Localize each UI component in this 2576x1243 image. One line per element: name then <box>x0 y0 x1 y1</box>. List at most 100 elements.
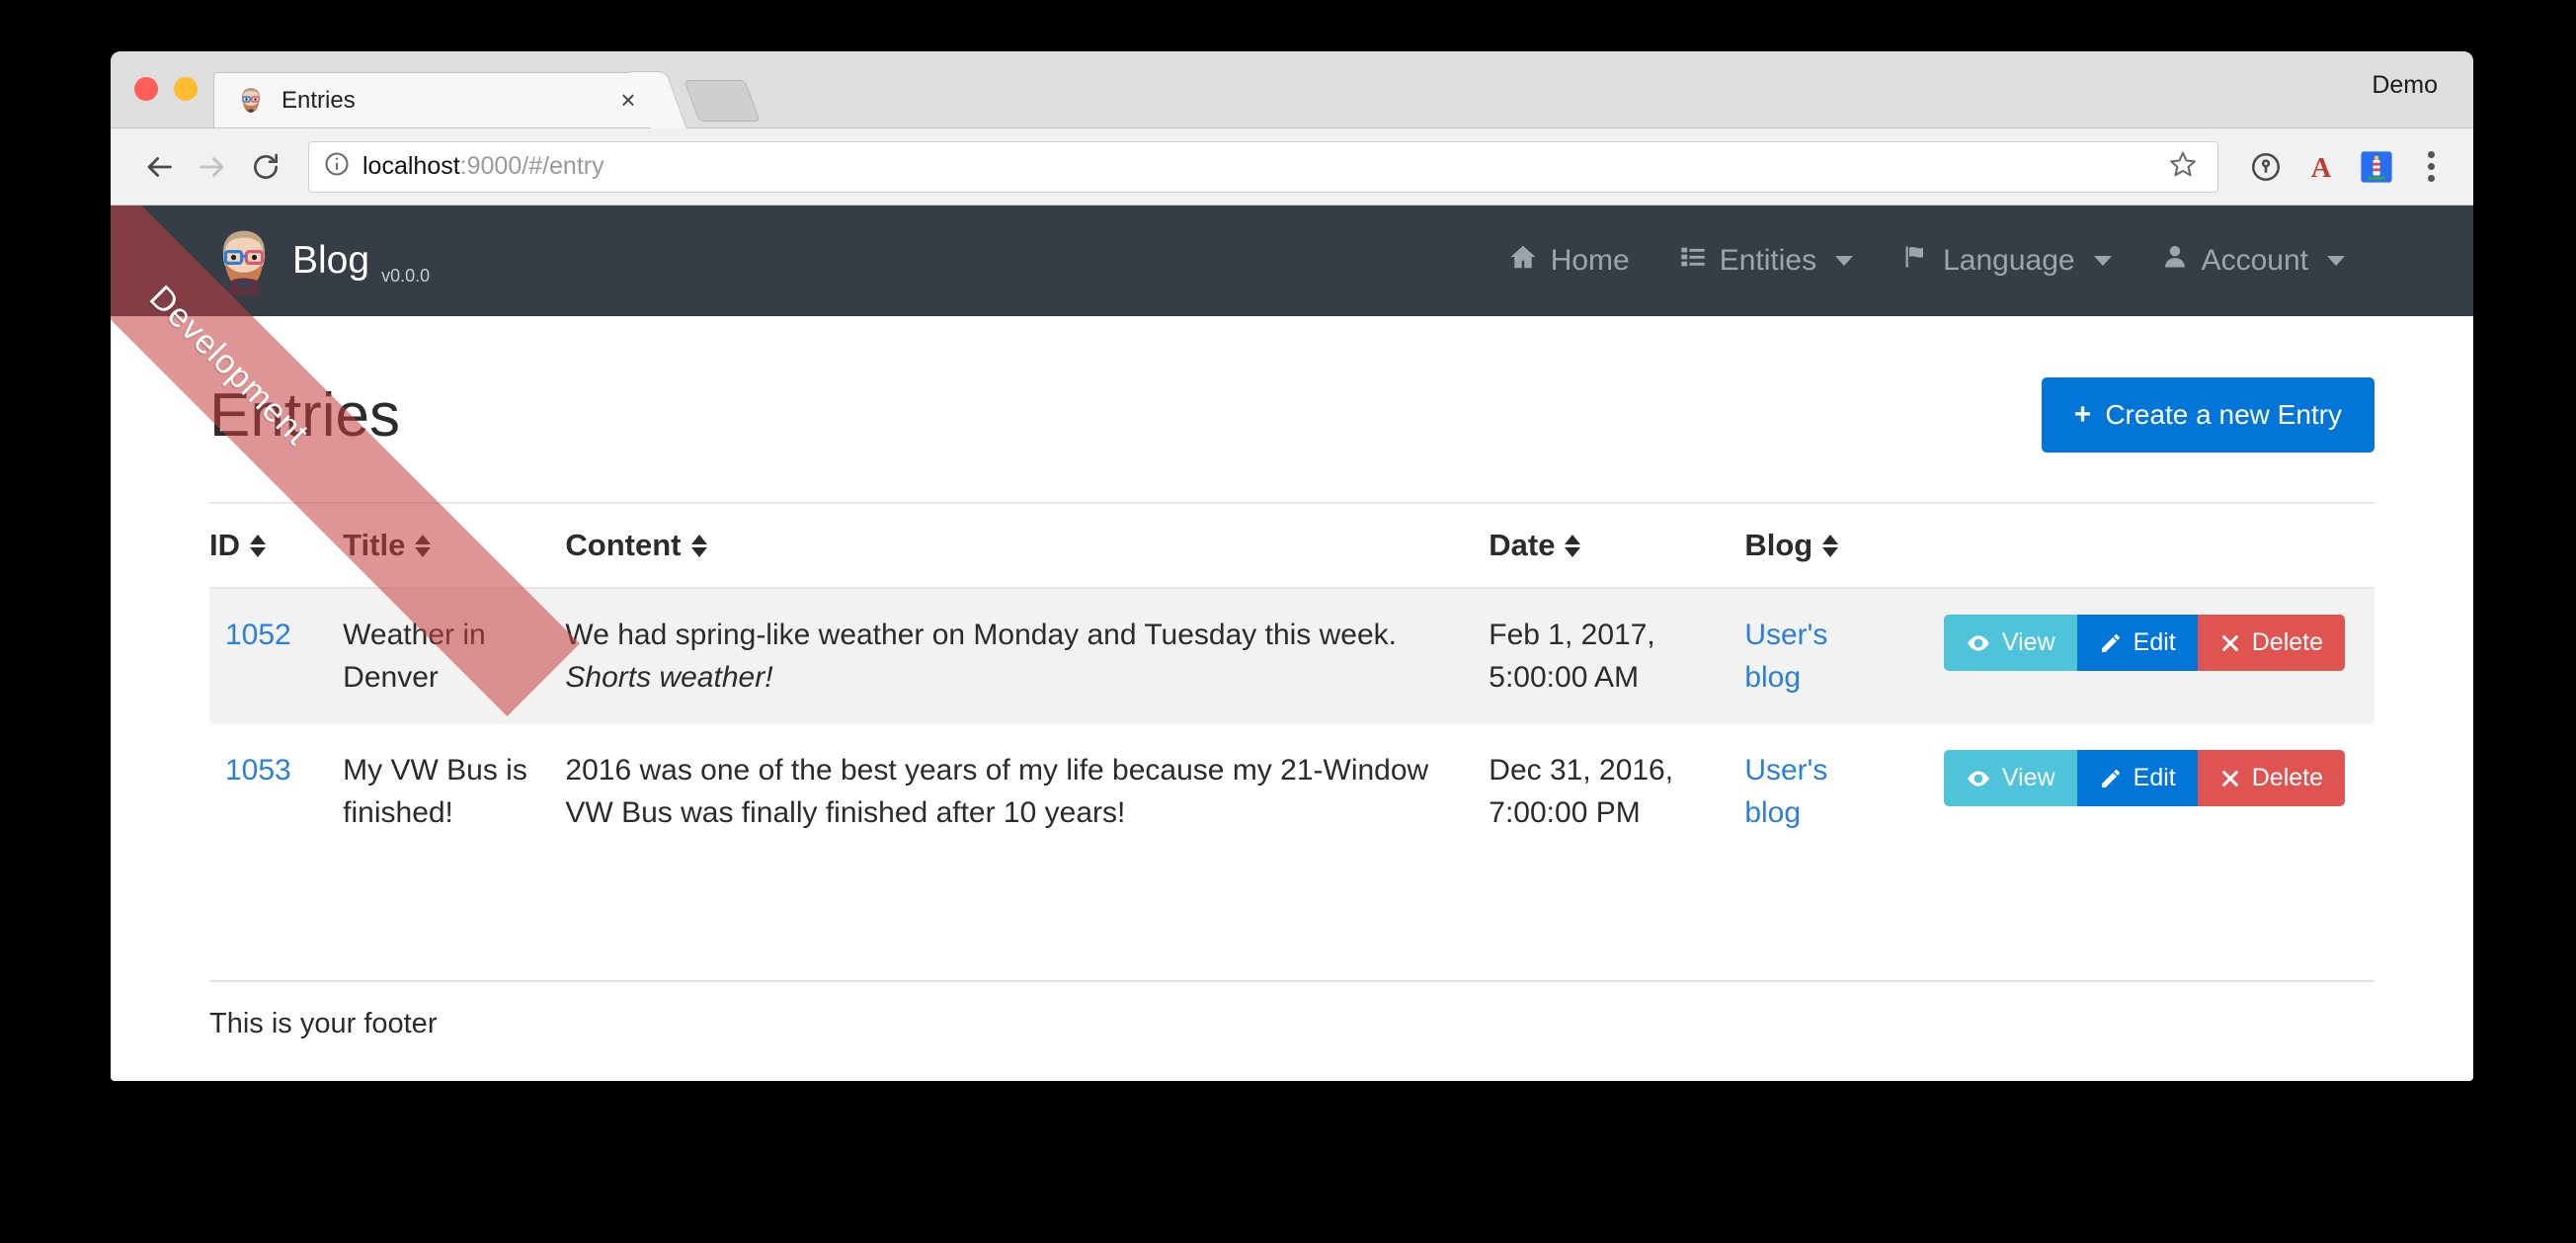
chevron-down-icon <box>1835 256 1854 266</box>
column-header-date[interactable]: Date <box>1489 502 1745 589</box>
column-header-label: Title <box>343 528 406 562</box>
sort-icon <box>415 534 432 557</box>
cell-content: We had spring-like weather on Monday and… <box>565 588 1489 724</box>
browser-menu-icon[interactable] <box>2410 151 2452 182</box>
column-header-blog[interactable]: Blog <box>1744 502 1890 589</box>
row-action-buttons: View Edit Delete <box>1943 615 2345 671</box>
browser-profile-name[interactable]: Demo <box>2372 71 2438 100</box>
column-header-title[interactable]: Title <box>343 502 566 589</box>
info-circle-icon[interactable] <box>323 150 351 183</box>
cell-id: 1053 <box>209 724 343 860</box>
page-title: Entries <box>209 380 400 450</box>
minimize-window-button[interactable] <box>174 77 198 101</box>
column-header-label: Content <box>565 528 682 562</box>
table-row: 1053 My VW Bus is finished! 2016 was one… <box>209 724 2375 860</box>
close-window-button[interactable] <box>134 77 158 101</box>
plus-icon: + <box>2073 398 2092 431</box>
page-viewport: Development Blog v0.0.0 Home Entities La… <box>111 206 2473 1080</box>
browser-toolbar: localhost:9000/#/entry A <box>111 128 2473 206</box>
navbar-brand-version: v0.0.0 <box>381 266 431 286</box>
pencil-icon <box>2099 631 2123 655</box>
table-body: 1052 Weather in Denver We had spring-lik… <box>209 588 2375 860</box>
content-main: We had spring-like weather on Monday and… <box>565 619 1398 651</box>
url-text: localhost:9000/#/entry <box>362 152 604 181</box>
page-content: Entries + Create a new Entry ID Title Co… <box>111 316 2473 860</box>
bearded-face-favicon <box>236 86 266 116</box>
url-host: localhost <box>362 152 460 180</box>
view-button[interactable]: View <box>1943 615 2077 671</box>
cell-content: 2016 was one of the best years of my lif… <box>565 724 1489 860</box>
nav-item-entities[interactable]: Entities <box>1679 243 1854 279</box>
blog-link[interactable]: User's blog <box>1744 754 1827 829</box>
sort-icon <box>1565 534 1581 557</box>
cell-id: 1052 <box>209 588 343 724</box>
edit-button[interactable]: Edit <box>2076 615 2198 671</box>
url-path: :9000/#/entry <box>459 152 604 180</box>
cell-date: Dec 31, 2016, 7:00:00 PM <box>1489 754 1674 829</box>
delete-button[interactable]: Delete <box>2197 615 2345 671</box>
sort-icon <box>690 534 707 557</box>
column-header-content[interactable]: Content <box>565 502 1489 589</box>
browser-titlebar: Entries × Demo <box>111 51 2473 128</box>
nav-item-label: Entities <box>1719 244 1817 277</box>
delete-button[interactable]: Delete <box>2197 750 2345 807</box>
browser-tab-entries[interactable]: Entries × <box>213 72 658 127</box>
svg-text:A: A <box>2311 152 2332 183</box>
page-footer: This is your footer <box>111 980 2473 1080</box>
view-button-label: View <box>2001 628 2055 656</box>
cell-blog: User's blog <box>1744 588 1889 724</box>
eye-icon <box>1966 630 1991 656</box>
column-header-id[interactable]: ID <box>209 502 344 589</box>
blog-link[interactable]: User's blog <box>1744 619 1827 694</box>
jhipster-avatar-icon <box>209 226 279 295</box>
close-icon[interactable]: × <box>613 86 643 116</box>
new-tab-button[interactable] <box>684 80 761 122</box>
entry-id-link[interactable]: 1053 <box>225 754 291 787</box>
nav-item-label: Language <box>1943 244 2075 277</box>
user-icon <box>2161 243 2189 279</box>
nav-item-label: Home <box>1550 244 1630 277</box>
navbar-brand-title: Blog <box>292 239 370 282</box>
back-arrow-icon[interactable] <box>132 140 186 194</box>
sort-icon <box>250 534 266 557</box>
onepassword-icon[interactable] <box>2242 143 2290 191</box>
nav-item-home[interactable]: Home <box>1508 242 1630 280</box>
table-header: ID Title Content Date Blog <box>209 502 2375 589</box>
cell-title: My VW Bus is finished! <box>343 754 527 829</box>
bookmark-star-icon[interactable] <box>2168 149 2198 184</box>
edit-button-label: Edit <box>2133 628 2176 656</box>
lighthouse-icon[interactable] <box>2353 143 2400 191</box>
edit-button[interactable]: Edit <box>2076 750 2198 807</box>
nav-item-language[interactable]: Language <box>1902 243 2112 279</box>
navbar-brand[interactable]: Blog v0.0.0 <box>209 226 430 295</box>
tab-title: Entries <box>282 86 356 114</box>
nav-item-account[interactable]: Account <box>2161 243 2345 279</box>
browser-window: Entries × Demo localhost:9000/#/entry A … <box>111 51 2473 1081</box>
create-new-entry-button[interactable]: + Create a new Entry <box>2041 377 2375 453</box>
pencil-icon <box>2099 767 2123 790</box>
content-main: 2016 was one of the best years of my lif… <box>565 754 1429 829</box>
row-action-buttons: View Edit Delete <box>1943 750 2345 807</box>
column-header-label: Blog <box>1744 528 1813 562</box>
cell-title: Weather in Denver <box>343 619 486 694</box>
app-navbar: Blog v0.0.0 Home Entities Language Accou… <box>111 206 2473 316</box>
adblock-a-icon[interactable]: A <box>2297 143 2345 191</box>
cell-blog: User's blog <box>1744 724 1889 860</box>
table-header-row: ID Title Content Date Blog <box>209 502 2375 589</box>
edit-button-label: Edit <box>2133 764 2176 792</box>
flag-icon <box>1902 243 1930 279</box>
url-bar[interactable]: localhost:9000/#/entry <box>308 140 2218 193</box>
reload-icon[interactable] <box>239 140 292 194</box>
forward-arrow-icon <box>186 140 239 194</box>
close-x-icon <box>2219 632 2241 654</box>
content-emphasis: Shorts weather! <box>565 660 773 694</box>
cell-actions: View Edit Delete <box>1890 588 2375 724</box>
tab-strip: Entries × <box>213 72 761 127</box>
navbar-menu: Home Entities Language Account <box>1508 242 2345 280</box>
page-header: Entries + Create a new Entry <box>209 316 2375 488</box>
entry-id-link[interactable]: 1052 <box>225 619 291 651</box>
eye-icon <box>1966 766 1991 791</box>
cell-actions: View Edit Delete <box>1890 724 2375 860</box>
column-header-label: ID <box>209 528 240 562</box>
view-button[interactable]: View <box>1943 750 2077 807</box>
